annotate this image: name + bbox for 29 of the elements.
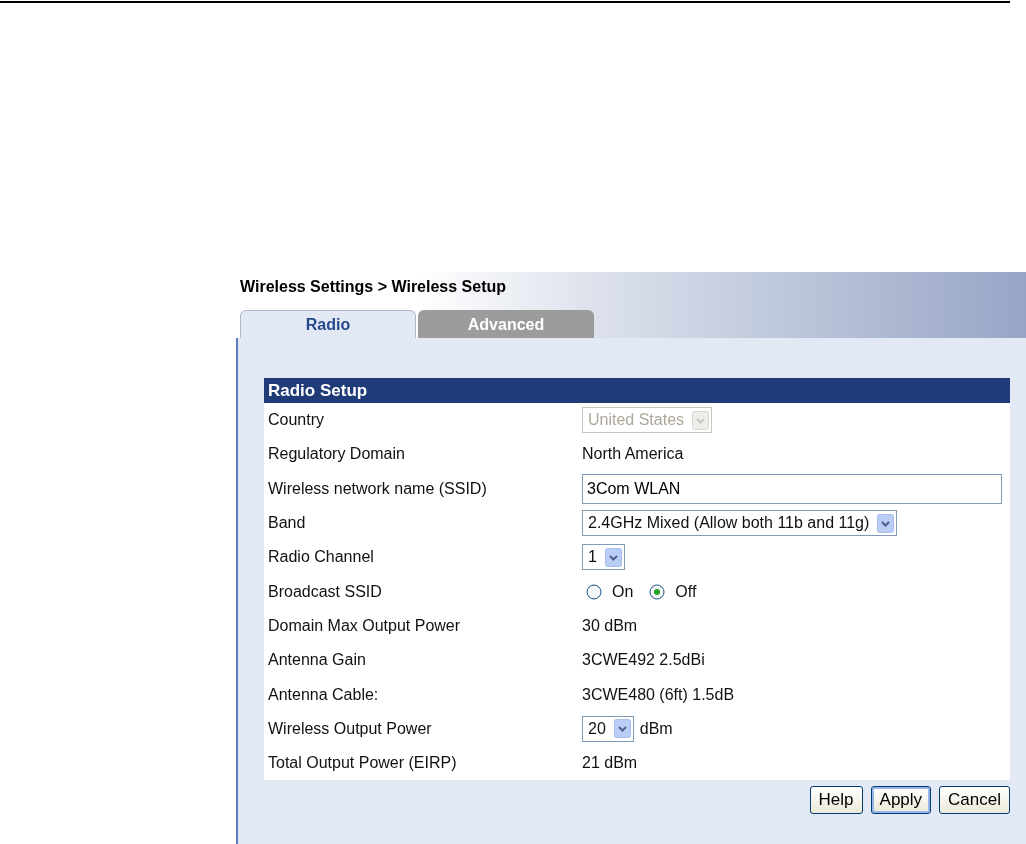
field-label: Wireless Output Power xyxy=(267,719,433,738)
field-value: 21 dBm xyxy=(582,754,638,773)
tab[interactable]: Radio xyxy=(240,310,416,338)
input-field[interactable]: 3Com WLAN xyxy=(582,473,1002,504)
section-header: Radio Setup xyxy=(264,378,1010,403)
dropdown[interactable]: 1 xyxy=(582,544,625,571)
radio-option[interactable]: On xyxy=(586,582,634,601)
dropdown[interactable]: 20 xyxy=(582,715,634,742)
action-button[interactable]: Apply xyxy=(870,786,932,815)
field-label: Wireless network name (SSID) xyxy=(267,479,488,498)
field-label: Antenna Cable: xyxy=(267,685,380,704)
unit-label: dBm xyxy=(639,719,673,738)
action-button[interactable]: Cancel xyxy=(939,786,1010,815)
field-label: Domain Max Output Power xyxy=(267,616,462,635)
field-value: 3CWE480 (6ft) 1.5dB xyxy=(582,685,735,704)
field-value: North America xyxy=(582,445,684,464)
field-label: Country xyxy=(267,411,326,430)
field-value: 3CWE492 2.5dBi xyxy=(582,651,705,670)
field-label: Radio Channel xyxy=(267,548,375,567)
action-button[interactable]: Help xyxy=(809,786,863,815)
field-label: Antenna Gain xyxy=(267,651,367,670)
field-value: 30 dBm xyxy=(582,616,638,635)
radio-option[interactable]: Off xyxy=(649,582,697,601)
field-label: Total Output Power (EIRP) xyxy=(267,754,458,773)
field-label: Regulatory Domain xyxy=(267,445,406,464)
breadcrumb-title: Wireless Settings > Wireless Setup xyxy=(240,278,507,296)
dropdown[interactable]: 2.4GHz Mixed (Allow both 11b and 11g) xyxy=(582,510,898,537)
field-label: Band xyxy=(267,514,307,533)
field-label: Broadcast SSID xyxy=(267,582,383,601)
